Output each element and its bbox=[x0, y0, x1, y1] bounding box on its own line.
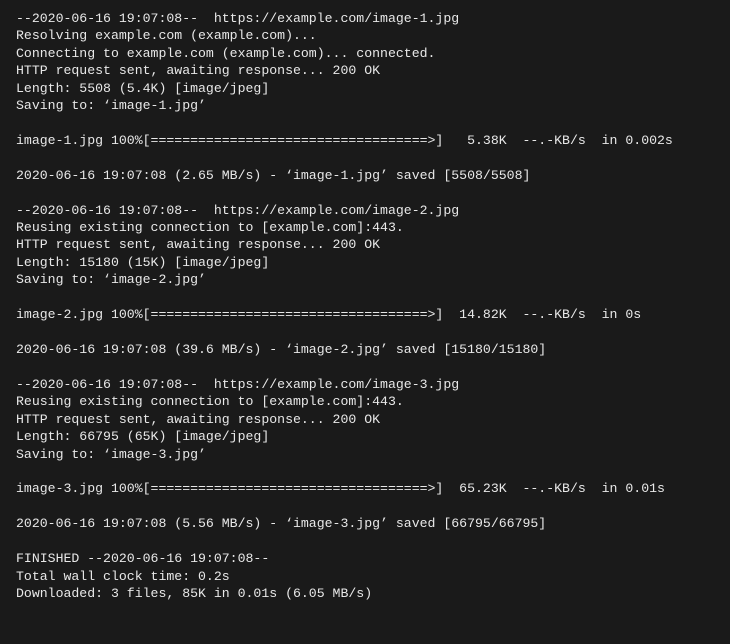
terminal-output: --2020-06-16 19:07:08-- https://example.… bbox=[0, 0, 730, 614]
